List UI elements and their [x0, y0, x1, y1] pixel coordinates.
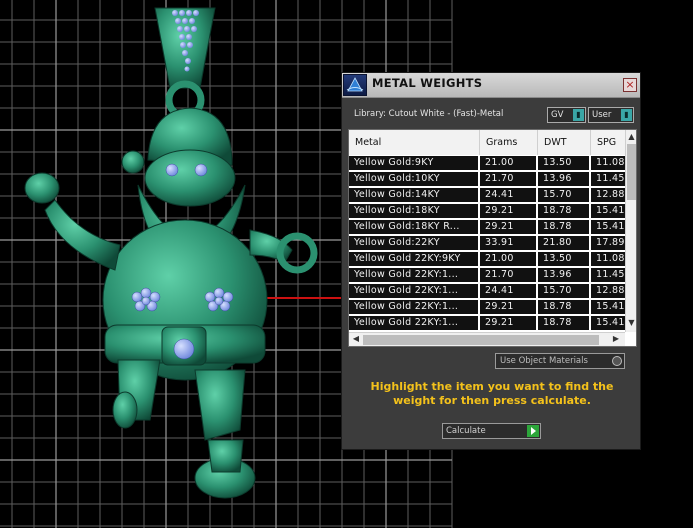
- scroll-right-icon[interactable]: ▶: [611, 334, 621, 346]
- column-header-metal[interactable]: Metal: [349, 130, 480, 155]
- cell-grams: 21.70: [480, 268, 536, 282]
- metal-weights-table[interactable]: Metal Grams DWT SPG Yellow Gold:9KY 21.00…: [348, 129, 637, 347]
- library-label: Library: Cutout White - (Fast)-Metal: [354, 109, 504, 119]
- table-row[interactable]: Yellow Gold:22KY 33.91 21.80 17.89: [349, 235, 625, 250]
- horizontal-scroll-thumb[interactable]: [363, 335, 599, 345]
- cell-spg: 15.41: [591, 220, 625, 234]
- scroll-down-icon[interactable]: ▼: [626, 318, 636, 328]
- cell-spg: 12.88: [591, 188, 625, 202]
- user-dropdown[interactable]: User ▮: [588, 107, 634, 123]
- cell-metal: Yellow Gold:18KY R...: [349, 220, 478, 234]
- table-row[interactable]: Yellow Gold:14KY 24.41 15.70 12.88: [349, 187, 625, 202]
- table-row[interactable]: Yellow Gold 22KY:1... 29.21 18.78 15.41: [349, 299, 625, 314]
- cell-dwt: 18.78: [538, 300, 589, 314]
- calculate-button[interactable]: Calculate: [442, 423, 541, 439]
- table-row[interactable]: Yellow Gold 22KY:1... 29.21 18.78 15.41: [349, 315, 625, 330]
- table-row[interactable]: Yellow Gold:18KY 29.21 18.78 15.41: [349, 203, 625, 218]
- cell-spg: 15.41: [591, 204, 625, 218]
- cell-grams: 29.21: [480, 220, 536, 234]
- cell-grams: 24.41: [480, 188, 536, 202]
- cell-grams: 21.00: [480, 252, 536, 266]
- cell-dwt: 13.96: [538, 172, 589, 186]
- scroll-up-icon[interactable]: ▲: [626, 132, 636, 142]
- cell-spg: 11.08: [591, 252, 625, 266]
- cell-grams: 29.21: [480, 204, 536, 218]
- scroll-left-icon[interactable]: ◀: [351, 334, 361, 346]
- santa-pendant-model[interactable]: [24, 7, 318, 499]
- table-row[interactable]: Yellow Gold 22KY:1... 24.41 15.70 12.88: [349, 283, 625, 298]
- radio-icon[interactable]: [612, 356, 622, 366]
- cell-metal: Yellow Gold:10KY: [349, 172, 478, 186]
- cell-dwt: 18.78: [538, 316, 589, 330]
- column-header-spg[interactable]: SPG: [591, 130, 625, 155]
- cell-dwt: 13.50: [538, 252, 589, 266]
- cell-spg: 12.88: [591, 284, 625, 298]
- cell-spg: 11.45: [591, 268, 625, 282]
- cell-grams: 33.91: [480, 236, 536, 250]
- dropdown-arrow-icon: ▮: [621, 109, 632, 121]
- close-button[interactable]: ×: [623, 78, 637, 92]
- cell-metal: Yellow Gold 22KY:1...: [349, 268, 478, 282]
- table-row[interactable]: Yellow Gold:18KY R... 29.21 18.78 15.41: [349, 219, 625, 234]
- cell-grams: 24.41: [480, 284, 536, 298]
- close-icon: ×: [625, 78, 635, 91]
- cell-dwt: 13.50: [538, 156, 589, 170]
- cell-spg: 11.45: [591, 172, 625, 186]
- cell-metal: Yellow Gold:22KY: [349, 236, 478, 250]
- cell-grams: 29.21: [480, 316, 536, 330]
- table-row[interactable]: Yellow Gold 22KY:1... 21.70 13.96 11.45: [349, 267, 625, 282]
- cell-grams: 21.70: [480, 172, 536, 186]
- column-header-dwt[interactable]: DWT: [538, 130, 591, 155]
- metal-weights-panel[interactable]: METAL WEIGHTS × Library: Cutout White - …: [341, 72, 641, 450]
- cell-spg: 17.89: [591, 236, 625, 250]
- instruction-text: Highlight the item you want to find the …: [370, 380, 614, 407]
- calculate-label: Calculate: [446, 426, 486, 436]
- cell-dwt: 18.78: [538, 220, 589, 234]
- app-logo-icon: [343, 74, 367, 96]
- table-row[interactable]: Yellow Gold 22KY:9KY 21.00 13.50 11.08: [349, 251, 625, 266]
- cell-dwt: 13.96: [538, 268, 589, 282]
- cell-dwt: 15.70: [538, 284, 589, 298]
- table-row[interactable]: Yellow Gold:9KY 21.00 13.50 11.08: [349, 155, 625, 170]
- dropdown-arrow-icon: ▮: [573, 109, 584, 121]
- user-dropdown-label: User: [592, 110, 612, 120]
- column-header-grams[interactable]: Grams: [480, 130, 538, 155]
- cell-metal: Yellow Gold:18KY: [349, 204, 478, 218]
- gv-dropdown[interactable]: GV ▮: [547, 107, 586, 123]
- panel-titlebar[interactable]: METAL WEIGHTS ×: [342, 73, 640, 98]
- table-header: Metal Grams DWT SPG: [349, 130, 625, 155]
- use-object-materials-label: Use Object Materials: [500, 356, 588, 366]
- use-object-materials-option[interactable]: Use Object Materials: [495, 353, 625, 369]
- cell-metal: Yellow Gold 22KY:1...: [349, 284, 478, 298]
- table-row[interactable]: Yellow Gold:10KY 21.70 13.96 11.45: [349, 171, 625, 186]
- cell-spg: 15.41: [591, 316, 625, 330]
- vertical-scrollbar[interactable]: ▲ ▼: [625, 130, 636, 332]
- gv-dropdown-label: GV: [551, 110, 564, 120]
- play-arrow-icon: [527, 425, 539, 437]
- cell-grams: 29.21: [480, 300, 536, 314]
- cell-metal: Yellow Gold 22KY:1...: [349, 316, 478, 330]
- cell-metal: Yellow Gold:14KY: [349, 188, 478, 202]
- cell-dwt: 18.78: [538, 204, 589, 218]
- cell-spg: 15.41: [591, 300, 625, 314]
- cell-metal: Yellow Gold:9KY: [349, 156, 478, 170]
- cell-spg: 11.08: [591, 156, 625, 170]
- cell-dwt: 21.80: [538, 236, 589, 250]
- cell-metal: Yellow Gold 22KY:9KY: [349, 252, 478, 266]
- vertical-scroll-thumb[interactable]: [627, 144, 636, 200]
- cell-metal: Yellow Gold 22KY:1...: [349, 300, 478, 314]
- cell-grams: 21.00: [480, 156, 536, 170]
- horizontal-scrollbar[interactable]: ◀ ▶: [349, 332, 625, 346]
- panel-title: METAL WEIGHTS: [372, 76, 483, 90]
- cell-dwt: 15.70: [538, 188, 589, 202]
